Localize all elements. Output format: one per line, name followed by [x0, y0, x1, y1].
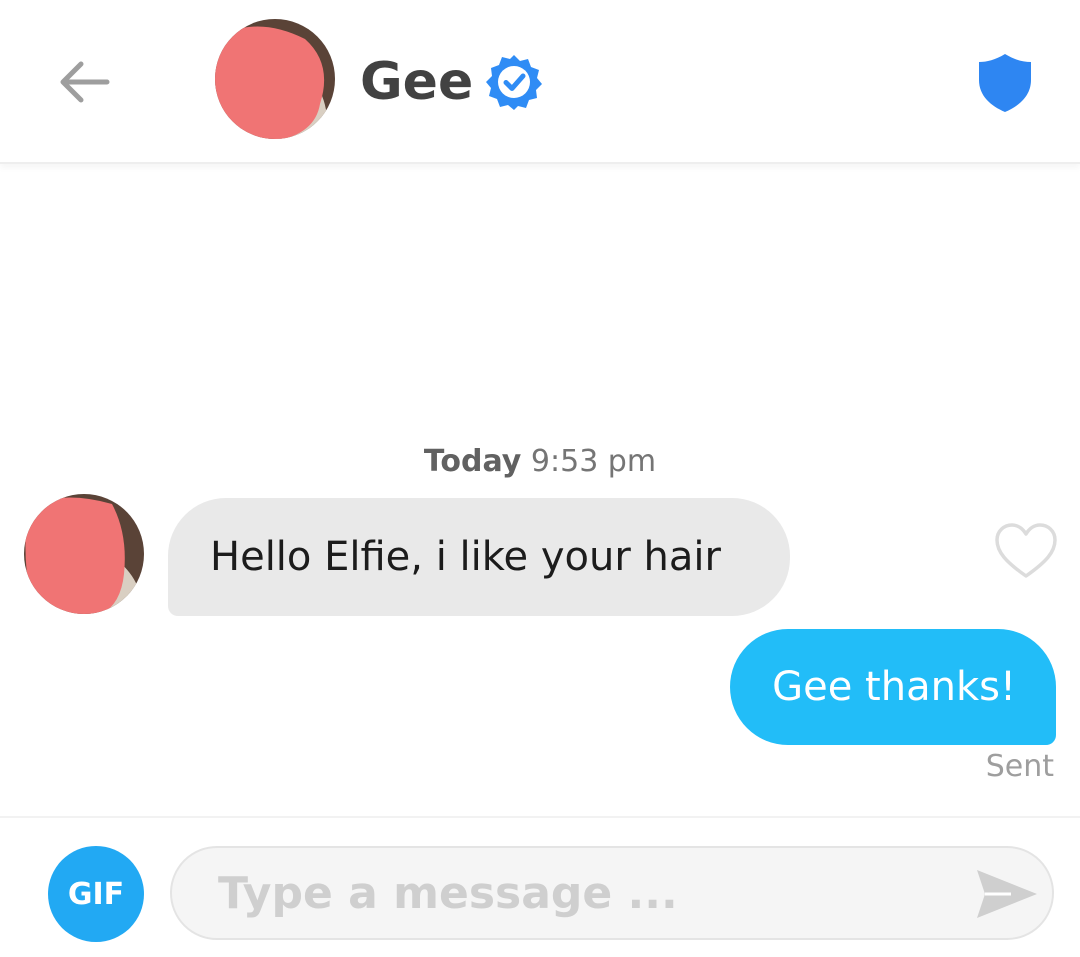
verified-badge-icon [486, 55, 543, 110]
send-button[interactable] [972, 864, 1042, 924]
chat-screen: Gee Today 9:53 pm Hello Elfie, i like yo… [0, 0, 1080, 957]
safety-button[interactable] [970, 50, 1040, 116]
outgoing-message-bubble[interactable]: Gee thanks! [730, 629, 1056, 745]
send-icon [977, 870, 1037, 918]
avatar-image [215, 19, 335, 139]
like-message-button[interactable] [994, 522, 1058, 580]
contact-title[interactable]: Gee [360, 42, 543, 122]
message-composer: GIF [0, 816, 1080, 957]
gif-button[interactable]: GIF [48, 846, 144, 942]
sender-avatar[interactable] [24, 494, 144, 614]
incoming-message-bubble[interactable]: Hello Elfie, i like your hair [168, 498, 790, 616]
avatar-image [24, 494, 144, 614]
gif-button-label: GIF [67, 876, 125, 912]
message-timestamp: Today 9:53 pm [0, 444, 1080, 479]
heart-outline-icon [995, 523, 1057, 578]
back-button[interactable] [52, 50, 116, 114]
outgoing-message-text: Gee thanks! [772, 664, 1016, 710]
arrow-left-icon [60, 61, 110, 103]
shield-icon [979, 54, 1031, 112]
contact-avatar[interactable] [215, 19, 335, 139]
message-status: Sent [985, 749, 1054, 784]
contact-name: Gee [360, 52, 474, 112]
message-list[interactable]: Today 9:53 pm Hello Elfie, i like your h… [0, 164, 1080, 814]
message-input[interactable] [170, 846, 1054, 940]
timestamp-day: Today [423, 444, 522, 479]
incoming-message-text: Hello Elfie, i like your hair [210, 534, 721, 580]
timestamp-time: 9:53 pm [530, 444, 657, 479]
chat-header: Gee [0, 0, 1080, 164]
